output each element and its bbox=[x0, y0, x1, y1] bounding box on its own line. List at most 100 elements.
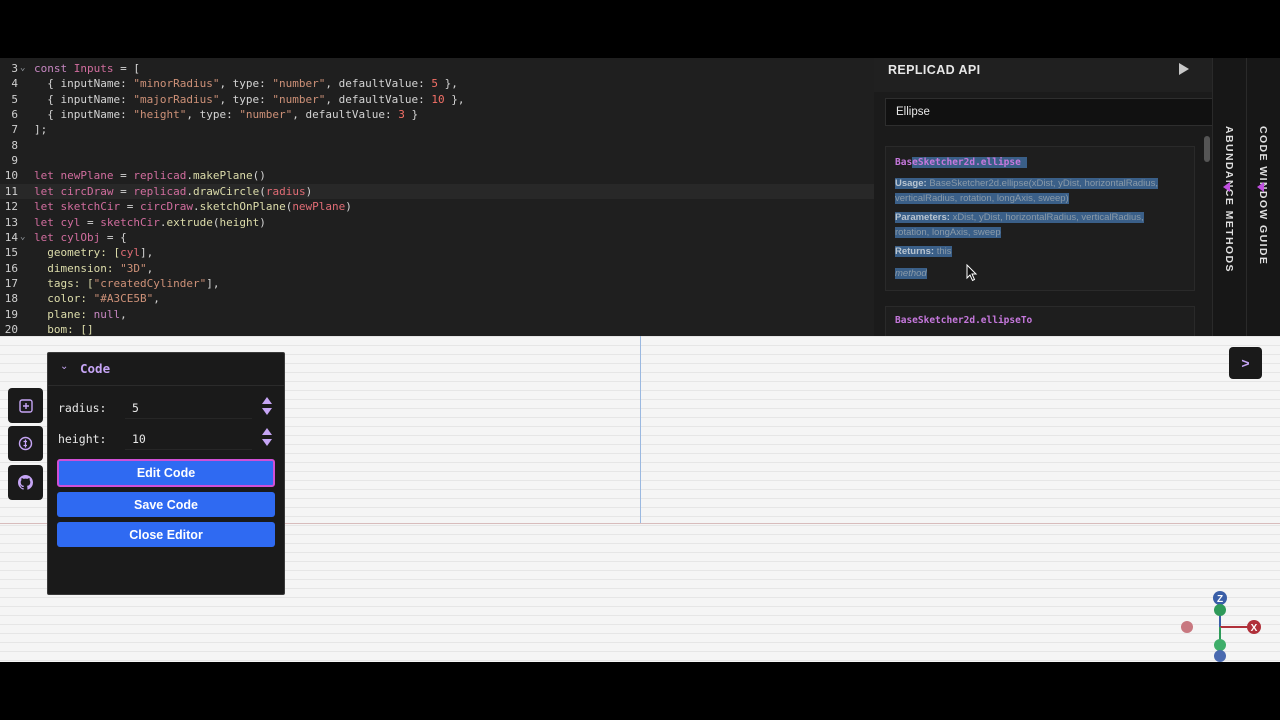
line-number: 6 bbox=[11, 108, 18, 122]
code-line[interactable]: 18 color: "#A3CE5B", bbox=[0, 291, 874, 306]
gizmo-neg-x-handle bbox=[1181, 621, 1193, 633]
code-text: let circDraw = replicad.drawCircle(radiu… bbox=[34, 184, 313, 198]
api-usage: Usage: BaseSketcher2d.ellipse(xDist, yDi… bbox=[895, 178, 1158, 204]
api-returns: Returns: this bbox=[895, 246, 952, 257]
line-number: 14 bbox=[4, 230, 18, 244]
radius-label: radius: bbox=[58, 401, 107, 415]
line-number: 12 bbox=[4, 200, 18, 214]
line-number: 4 bbox=[11, 77, 18, 91]
code-text: { inputName: "minorRadius", type: "numbe… bbox=[34, 77, 458, 91]
line-number: 13 bbox=[4, 215, 18, 229]
code-text: const Inputs = [ bbox=[34, 62, 140, 75]
tab-code-window-guide[interactable]: CODE WINDOW GUIDE bbox=[1246, 58, 1280, 336]
close-editor-button[interactable]: Close Editor bbox=[57, 522, 275, 547]
code-line[interactable]: 4 { inputName: "minorRadius", type: "num… bbox=[0, 76, 874, 91]
code-text: let cylObj = { bbox=[34, 230, 127, 244]
api-search-input[interactable] bbox=[885, 98, 1212, 126]
code-line[interactable]: 9 bbox=[0, 153, 874, 168]
gizmo-z-label: Z bbox=[1217, 594, 1223, 605]
radius-stepper[interactable] bbox=[261, 395, 273, 417]
code-line[interactable]: 12 let sketchCir = circDraw.sketchOnPlane… bbox=[0, 199, 874, 214]
api-method-name[interactable]: BaseSketcher2d.ellipseTo bbox=[895, 315, 1032, 326]
fold-chevron-icon[interactable]: ⌄ bbox=[20, 230, 25, 245]
radius-input[interactable] bbox=[125, 397, 252, 419]
code-text: plane: null, bbox=[34, 307, 127, 321]
code-line[interactable]: 13 let cyl = sketchCir.extrude(height) bbox=[0, 215, 874, 230]
line-number: 9 bbox=[11, 154, 18, 168]
code-line[interactable]: 20 bom: [] bbox=[0, 322, 874, 336]
api-result-card[interactable]: BaseSketcher2d.ellipseTo bbox=[885, 306, 1195, 336]
code-line[interactable]: 3 ⌄ const Inputs = [ bbox=[0, 61, 874, 76]
code-line[interactable]: 15 geometry: [cyl], bbox=[0, 245, 874, 260]
code-text: let sketchCir = circDraw.sketchOnPlane(n… bbox=[34, 200, 352, 214]
expand-panel-button[interactable]: > bbox=[1229, 347, 1262, 379]
line-number: 11 bbox=[4, 184, 18, 198]
height-stepper[interactable] bbox=[261, 426, 273, 448]
code-line[interactable]: 17 tags: ["createdCylinder"], bbox=[0, 276, 874, 291]
api-title: REPLICAD API bbox=[888, 63, 981, 77]
github-button[interactable] bbox=[8, 465, 43, 500]
code-line[interactable]: 5 { inputName: "majorRadius", type: "num… bbox=[0, 92, 874, 107]
api-parameters: Parameters: xDist, yDist, horizontalRadi… bbox=[895, 212, 1144, 238]
code-line[interactable]: 6 { inputName: "height", type: "number",… bbox=[0, 107, 874, 122]
code-line[interactable]: 16 dimension: "3D", bbox=[0, 261, 874, 276]
line-number: 17 bbox=[4, 276, 18, 290]
edit-code-button[interactable]: Edit Code bbox=[57, 459, 275, 487]
code-text: dimension: "3D", bbox=[34, 261, 154, 275]
line-number: 3 bbox=[11, 62, 18, 75]
arrow-up-icon[interactable] bbox=[262, 428, 272, 435]
chevron-right-icon: > bbox=[1241, 355, 1250, 371]
code-line[interactable]: 8 bbox=[0, 138, 874, 153]
api-scrollbar[interactable] bbox=[1204, 136, 1210, 162]
code-text: geometry: [cyl], bbox=[34, 246, 154, 260]
height-input[interactable] bbox=[125, 428, 252, 450]
gizmo-neg-y-handle bbox=[1214, 639, 1226, 651]
line-number: 19 bbox=[4, 307, 18, 321]
api-method-name[interactable]: BaseSketcher2d.ellipse bbox=[895, 157, 1027, 168]
chevron-down-icon[interactable]: ⌄ bbox=[60, 361, 68, 372]
method-name-rest: eSketcher2d.ellipse bbox=[912, 157, 1027, 168]
play-icon[interactable] bbox=[1179, 63, 1189, 75]
plus-square-icon bbox=[18, 398, 33, 413]
arrow-up-icon[interactable] bbox=[262, 397, 272, 404]
caret-left-icon bbox=[1257, 182, 1264, 192]
code-inputs-panel: ⌄ Code radius: height: Edit Code Save Co… bbox=[47, 352, 285, 595]
caret-left-icon bbox=[1223, 182, 1230, 192]
api-result-card[interactable]: BaseSketcher2d.ellipse Usage: BaseSketch… bbox=[885, 146, 1195, 291]
code-text: color: "#A3CE5B", bbox=[34, 292, 160, 306]
line-number: 18 bbox=[4, 292, 18, 306]
gizmo-x-label: X bbox=[1251, 623, 1258, 634]
fold-chevron-icon[interactable]: ⌄ bbox=[20, 61, 25, 76]
side-toolbar bbox=[8, 388, 43, 500]
line-number: 10 bbox=[4, 169, 18, 183]
code-editor[interactable]: 3 ⌄ const Inputs = [4 { inputName: "minorR… bbox=[0, 58, 874, 336]
code-text: bom: [] bbox=[34, 322, 94, 336]
axis-gizmo[interactable]: Z X bbox=[1170, 585, 1270, 662]
code-text: { inputName: "majorRadius", type: "numbe… bbox=[34, 92, 465, 106]
code-line[interactable]: 19 plane: null, bbox=[0, 307, 874, 322]
code-text: ]; bbox=[34, 123, 48, 137]
coin-icon bbox=[18, 436, 33, 451]
code-panel-header[interactable]: ⌄ Code bbox=[48, 353, 284, 386]
code-text: let newPlane = replicad.makePlane() bbox=[34, 169, 266, 183]
arrow-down-icon[interactable] bbox=[262, 408, 272, 415]
line-number: 8 bbox=[11, 138, 18, 152]
code-text: let cyl = sketchCir.extrude(height) bbox=[34, 215, 266, 229]
api-header: REPLICAD API bbox=[874, 58, 1212, 92]
api-tag: method bbox=[895, 268, 927, 279]
grid-axis-vertical bbox=[640, 336, 641, 524]
code-line[interactable]: 7]; bbox=[0, 122, 874, 137]
arrow-down-icon[interactable] bbox=[262, 439, 272, 446]
save-code-button[interactable]: Save Code bbox=[57, 492, 275, 517]
code-line[interactable]: 14 ⌄ let cylObj = { bbox=[0, 230, 874, 245]
github-icon bbox=[18, 475, 33, 490]
add-molecule-button[interactable] bbox=[8, 388, 43, 423]
code-line[interactable]: 11 let circDraw = replicad.drawCircle(rad… bbox=[0, 183, 874, 199]
gizmo-y-handle bbox=[1214, 604, 1226, 616]
height-label: height: bbox=[58, 432, 107, 446]
web3-button[interactable] bbox=[8, 426, 43, 461]
tab-abundance-methods[interactable]: ABUNDANCE METHODS bbox=[1212, 58, 1247, 336]
code-line[interactable]: 10 let newPlane = replicad.makePlane() bbox=[0, 168, 874, 183]
mouse-pointer-icon bbox=[966, 264, 978, 282]
tab-label: ABUNDANCE METHODS bbox=[1223, 126, 1235, 273]
